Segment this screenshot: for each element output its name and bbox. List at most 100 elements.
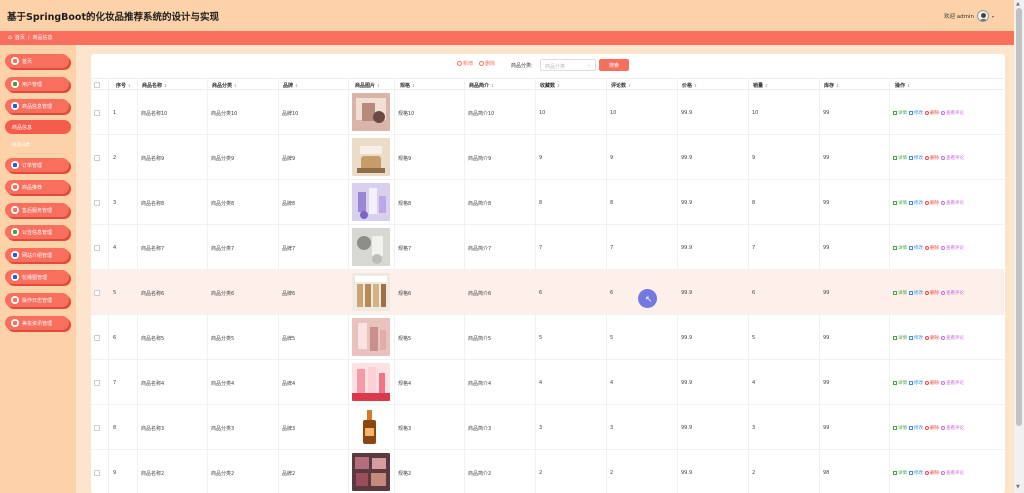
row-checkbox[interactable] bbox=[94, 335, 100, 341]
sidebar-item-recommend[interactable]: 商品推荐 bbox=[5, 180, 69, 194]
sidebar-item-news[interactable]: 美妆资讯管理 bbox=[5, 316, 69, 330]
sidebar-item-orders[interactable]: 订单管理 bbox=[5, 158, 69, 172]
detail-button[interactable]: 详情 bbox=[893, 155, 907, 161]
service-icon bbox=[11, 206, 19, 214]
delete-button[interactable]: 删除 bbox=[925, 290, 939, 296]
sidebar-item-site[interactable]: 网站介绍管理 bbox=[5, 248, 69, 262]
product-brand: 品牌10 bbox=[282, 111, 299, 117]
view-comments-button[interactable]: 查看评论 bbox=[941, 200, 964, 206]
view-comments-button[interactable]: 查看评论 bbox=[941, 110, 964, 116]
edit-button[interactable]: 修改 bbox=[909, 335, 923, 341]
edit-button[interactable]: 修改 bbox=[909, 470, 923, 476]
comment-icon bbox=[941, 336, 945, 340]
column-header[interactable]: 商品名称 ↕ bbox=[142, 82, 167, 89]
table-row[interactable]: 3 商品名称8 商品分类8 品牌8 规格8 商品简介8 8 8 99.9 8 9… bbox=[91, 180, 1004, 225]
table-row[interactable]: 7 商品名称4 商品分类4 品牌4 规格4 商品简介4 4 4 99.9 4 9… bbox=[91, 360, 1004, 405]
category-select[interactable]: 商品分类 ⌄ bbox=[540, 59, 596, 71]
sidebar-item-home[interactable]: 首页 bbox=[5, 54, 69, 68]
delete-button[interactable]: 删除 bbox=[925, 110, 939, 116]
delete-button[interactable]: 删除 bbox=[925, 470, 939, 476]
view-comments-button[interactable]: 查看评论 bbox=[941, 470, 964, 476]
table-row[interactable]: 9 商品名称2 商品分类2 品牌2 规格2 商品简介2 2 2 99.9 2 9… bbox=[91, 450, 1004, 493]
home-icon[interactable]: ⌂ bbox=[8, 34, 12, 41]
column-header[interactable]: 商品图片 ↕ bbox=[355, 82, 380, 89]
sidebar-subitem-product-info[interactable]: 商品信息 bbox=[5, 120, 71, 134]
view-comments-button[interactable]: 查看评论 bbox=[941, 425, 964, 431]
detail-button[interactable]: 详情 bbox=[893, 470, 907, 476]
column-header[interactable]: 评论数 ↕ bbox=[611, 82, 631, 89]
add-button[interactable]: 新增 bbox=[457, 60, 473, 67]
table-row[interactable]: 2 商品名称9 商品分类9 品牌9 规格9 商品简介9 9 9 99.9 9 9… bbox=[91, 135, 1004, 180]
row-checkbox[interactable] bbox=[94, 245, 100, 251]
column-header[interactable]: 品牌 ↕ bbox=[283, 82, 298, 89]
column-header[interactable]: 销量 ↕ bbox=[753, 82, 768, 89]
vertical-scrollbar[interactable]: ▲ ▼ bbox=[1014, 0, 1024, 493]
edit-button[interactable]: 修改 bbox=[909, 245, 923, 251]
delete-button[interactable]: 删除 bbox=[925, 425, 939, 431]
product-intro: 商品简介4 bbox=[468, 381, 492, 387]
row-checkbox[interactable] bbox=[94, 470, 100, 476]
detail-icon bbox=[893, 156, 897, 160]
avatar[interactable] bbox=[976, 10, 989, 22]
detail-button[interactable]: 详情 bbox=[893, 110, 907, 116]
detail-button[interactable]: 详情 bbox=[893, 290, 907, 296]
table-row[interactable]: 6 商品名称5 商品分类5 品牌5 规格5 商品简介5 5 5 99.9 5 9… bbox=[91, 315, 1004, 360]
favorites-count: 5 bbox=[539, 335, 543, 341]
row-checkbox[interactable] bbox=[94, 200, 100, 206]
edit-button[interactable]: 修改 bbox=[909, 110, 923, 116]
delete-button[interactable]: 删除 bbox=[925, 380, 939, 386]
row-checkbox[interactable] bbox=[94, 110, 100, 116]
scroll-up-icon[interactable]: ▲ bbox=[1016, 1, 1020, 7]
delete-button[interactable]: 删除 bbox=[925, 245, 939, 251]
row-checkbox[interactable] bbox=[94, 155, 100, 161]
sidebar-item-log[interactable]: 操作日志管理 bbox=[5, 293, 69, 307]
sidebar-item-notice[interactable]: 公告信息管理 bbox=[5, 225, 69, 239]
column-header[interactable]: 商品简介 ↕ bbox=[469, 82, 494, 89]
scroll-down-icon[interactable]: ▼ bbox=[1016, 484, 1020, 490]
delete-button[interactable]: 删除 bbox=[925, 335, 939, 341]
detail-button[interactable]: 详情 bbox=[893, 380, 907, 386]
column-header[interactable]: 库存 ↕ bbox=[824, 82, 839, 89]
sidebar-item-users[interactable]: 用户管理 bbox=[5, 77, 69, 91]
edit-button[interactable]: 修改 bbox=[909, 425, 923, 431]
detail-button[interactable]: 详情 bbox=[893, 335, 907, 341]
sidebar-item-carousel[interactable]: 轮播图管理 bbox=[5, 270, 69, 284]
column-header[interactable]: 商品分类 ↕ bbox=[212, 82, 237, 89]
sidebar-item-products[interactable]: 商品信息管理 bbox=[5, 99, 69, 113]
table-row[interactable]: 5 商品名称6 商品分类6 品牌6 规格6 商品简介6 6 6 99.9 6 9… bbox=[91, 270, 1004, 315]
sidebar-subitem-product-category[interactable]: 商品分类 bbox=[12, 142, 30, 148]
view-comments-button[interactable]: 查看评论 bbox=[941, 245, 964, 251]
select-all-checkbox[interactable] bbox=[94, 82, 100, 88]
row-checkbox[interactable] bbox=[94, 290, 100, 296]
batch-delete-button[interactable]: 删除 bbox=[479, 60, 495, 67]
edit-button[interactable]: 修改 bbox=[909, 290, 923, 296]
table-row[interactable]: 1 商品名称10 商品分类10 品牌10 规格10 商品简介10 10 10 9… bbox=[91, 90, 1004, 135]
product-intro: 商品简介2 bbox=[468, 471, 492, 477]
search-button[interactable]: 搜索 bbox=[599, 59, 629, 71]
table-row[interactable]: 8 商品名称3 商品分类3 品牌3 规格3 商品简介3 3 3 99.9 3 9… bbox=[91, 405, 1004, 450]
view-comments-button[interactable]: 查看评论 bbox=[941, 155, 964, 161]
column-header[interactable]: 序号 ↕ bbox=[116, 82, 131, 89]
breadcrumb-home[interactable]: 首页 bbox=[15, 34, 25, 41]
edit-button[interactable]: 修改 bbox=[909, 380, 923, 386]
chevron-down-icon[interactable]: ▾ bbox=[992, 14, 994, 19]
detail-button[interactable]: 详情 bbox=[893, 245, 907, 251]
view-comments-button[interactable]: 查看评论 bbox=[941, 380, 964, 386]
row-checkbox[interactable] bbox=[94, 380, 100, 386]
edit-button[interactable]: 修改 bbox=[909, 155, 923, 161]
sidebar-item-service[interactable]: 售后服务管理 bbox=[5, 203, 69, 217]
table-row[interactable]: 4 商品名称7 商品分类7 品牌7 规格7 商品简介7 7 7 99.9 7 9… bbox=[91, 225, 1004, 270]
row-checkbox[interactable] bbox=[94, 425, 100, 431]
detail-button[interactable]: 详情 bbox=[893, 425, 907, 431]
delete-button[interactable]: 删除 bbox=[925, 155, 939, 161]
edit-button[interactable]: 修改 bbox=[909, 200, 923, 206]
view-comments-button[interactable]: 查看评论 bbox=[941, 290, 964, 296]
user-menu[interactable]: 欢迎 admin ▾ bbox=[944, 10, 994, 22]
column-header[interactable]: 价格 ↕ bbox=[682, 82, 697, 89]
column-header[interactable]: 收藏数 ↕ bbox=[540, 82, 560, 89]
delete-button[interactable]: 删除 bbox=[925, 200, 939, 206]
column-header[interactable]: 规格 ↕ bbox=[400, 82, 415, 89]
detail-button[interactable]: 详情 bbox=[893, 200, 907, 206]
scroll-thumb[interactable] bbox=[1016, 8, 1022, 426]
view-comments-button[interactable]: 查看评论 bbox=[941, 335, 964, 341]
